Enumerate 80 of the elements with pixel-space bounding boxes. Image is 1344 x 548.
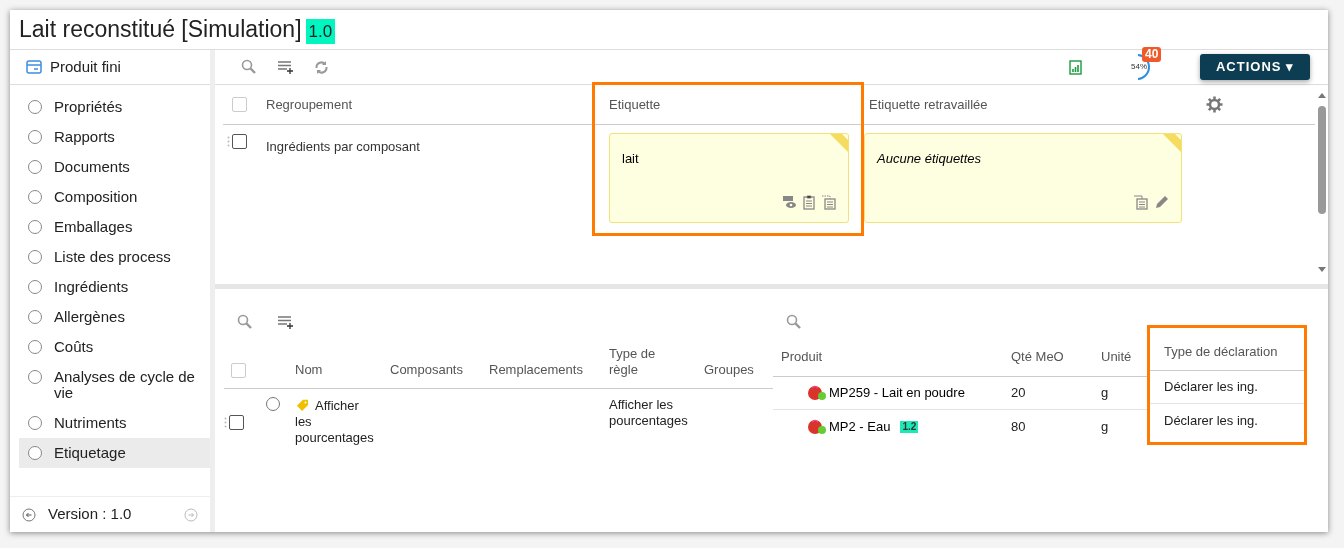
page-title: Lait reconstitué [Simulation] xyxy=(19,15,302,45)
settings-icon[interactable] xyxy=(1206,96,1223,113)
copy-icon[interactable] xyxy=(821,195,836,210)
product-name: MP259 - Lait en poudre xyxy=(829,384,965,403)
spreadsheet-icon[interactable] xyxy=(1069,59,1082,75)
table-cell-text: g xyxy=(1100,384,1109,403)
folded-corner-icon xyxy=(1163,134,1181,152)
sidebar-item[interactable]: Documents xyxy=(19,152,210,182)
column-header: Etiquette xyxy=(609,95,661,114)
search-icon[interactable] xyxy=(241,59,257,75)
sidebar-item[interactable]: Coûts xyxy=(19,332,210,362)
sidebar-header: Produit fini xyxy=(50,56,121,77)
table-cell-text: Déclarer les ing. xyxy=(1163,411,1258,430)
clipboard-icon[interactable] xyxy=(803,195,815,210)
sidebar-item[interactable]: Nutriments xyxy=(19,408,210,438)
table-cell-text: Afficher les pourcentages xyxy=(295,397,375,447)
radio-icon xyxy=(28,190,42,204)
label-text: Aucune étiquettes xyxy=(877,151,982,166)
column-header: Etiquette retravaillée xyxy=(869,95,988,114)
column-header: Type de déclaration xyxy=(1164,343,1278,362)
sidebar-item[interactable]: Emballages xyxy=(19,212,210,242)
column-header: Qté MeO xyxy=(1011,347,1064,366)
search-icon[interactable] xyxy=(786,314,802,330)
radio-icon xyxy=(28,160,42,174)
checkbox[interactable] xyxy=(232,134,247,149)
column-header: Nom xyxy=(295,362,323,377)
column-header: Unité xyxy=(1101,347,1132,366)
sidebar-item[interactable]: Propriétés xyxy=(19,92,210,122)
copy-icon[interactable] xyxy=(1133,195,1148,210)
product-icon xyxy=(26,60,42,74)
sidebar-item[interactable]: Analyses de cycle de vie xyxy=(19,362,210,408)
column-header: Remplacements xyxy=(489,362,583,377)
sidebar-item[interactable]: Rapports xyxy=(19,122,210,152)
table-cell-text: Déclarer les ing. xyxy=(1163,378,1258,397)
table-cell-text: 20 xyxy=(1010,384,1026,403)
product-name: MP2 - Eau xyxy=(829,417,891,436)
column-header: Groupes xyxy=(704,362,754,377)
actions-button[interactable]: ACTIONS ▾ xyxy=(1200,54,1310,80)
refresh-icon[interactable] xyxy=(314,59,329,75)
checkbox[interactable] xyxy=(229,414,244,430)
table-cell-text: g xyxy=(1100,417,1109,436)
radio-icon xyxy=(28,130,42,144)
radio-button[interactable] xyxy=(266,397,280,411)
label-text: lait xyxy=(622,151,639,166)
search-icon[interactable] xyxy=(237,314,253,330)
product-icon xyxy=(807,384,827,402)
radio-icon xyxy=(28,370,42,384)
column-header: Produit xyxy=(781,347,823,366)
radio-icon xyxy=(28,100,42,114)
sidebar-item[interactable]: Ingrédients xyxy=(19,272,210,302)
version-badge: 1.2 xyxy=(900,420,919,433)
radio-icon xyxy=(28,310,42,324)
add-row-icon[interactable] xyxy=(277,314,294,330)
sidebar-item[interactable]: Liste des process xyxy=(19,242,210,272)
radio-icon xyxy=(28,416,42,430)
add-row-icon[interactable] xyxy=(277,59,294,75)
table-cell-text: Afficher les pourcentages xyxy=(608,397,689,430)
product-icon xyxy=(807,417,827,436)
column-header: Type de règle xyxy=(609,346,656,377)
version-label: Version : 1.0 xyxy=(48,504,132,525)
pencil-icon[interactable] xyxy=(1154,195,1169,210)
radio-icon xyxy=(28,446,42,460)
radio-icon xyxy=(28,220,42,234)
folded-corner-icon xyxy=(830,134,848,152)
sidebar-item[interactable]: Allergènes xyxy=(19,302,210,332)
notification-badge: 40 xyxy=(1142,47,1162,62)
table-cell-text: 80 xyxy=(1010,417,1026,436)
radio-icon xyxy=(28,280,42,294)
sidebar-item[interactable]: Etiquetage xyxy=(19,438,210,468)
tag-icon xyxy=(295,399,310,411)
radio-icon xyxy=(28,340,42,354)
progress-reading: 54% xyxy=(1131,61,1147,73)
radio-icon xyxy=(28,250,42,264)
version-badge: 1.0 xyxy=(305,18,336,45)
sidebar-item[interactable]: Composition xyxy=(19,182,210,212)
column-header: Composants xyxy=(390,362,463,377)
previous-icon[interactable] xyxy=(22,507,36,522)
table-cell-text: Ingrédients par composant xyxy=(266,138,421,156)
column-header: Regroupement xyxy=(266,95,352,114)
preview-icon[interactable] xyxy=(782,195,797,209)
